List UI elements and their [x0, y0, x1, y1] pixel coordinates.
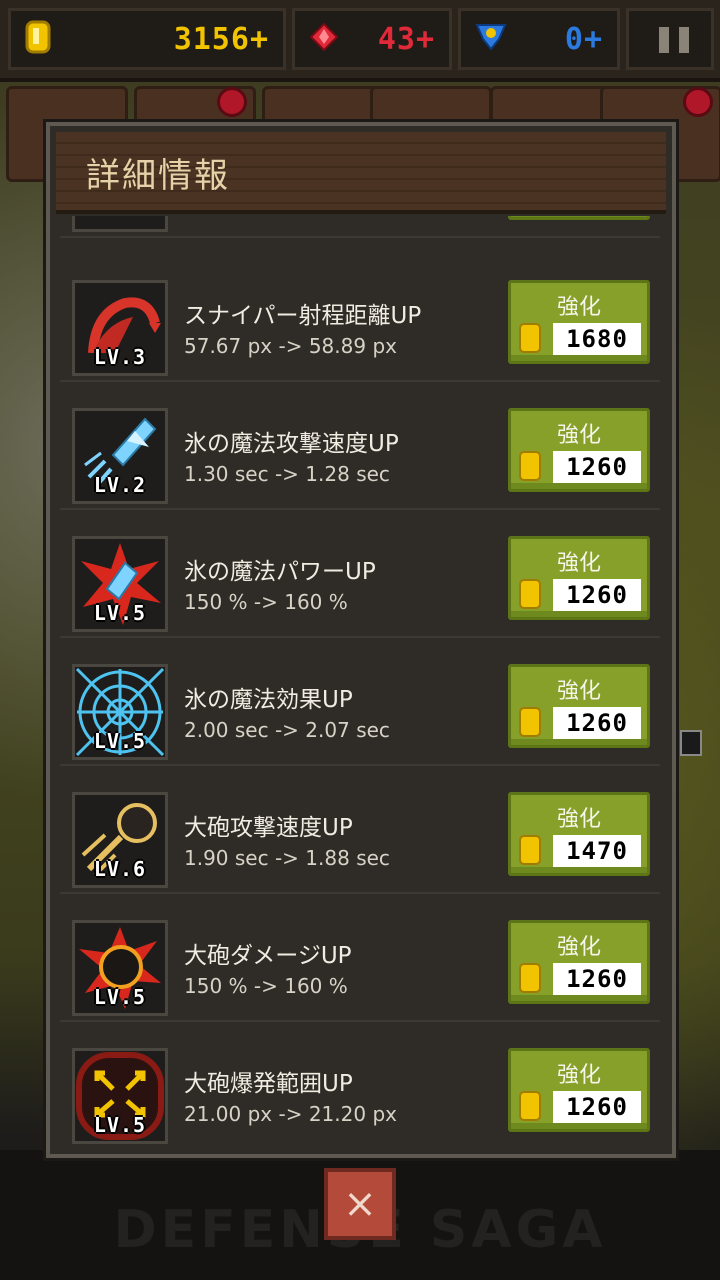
- upgrade-icon: [72, 216, 168, 232]
- gold-coin-icon: [519, 1091, 541, 1121]
- upgrade-level: LV.5: [93, 985, 147, 1009]
- upgrade-row: LV.2 氷の魔法攻撃速度UP 1.30 sec -> 1.28 sec 強化 1260: [60, 388, 660, 510]
- upgrade-cost: 1680: [553, 323, 641, 355]
- medal-icon: [475, 21, 507, 57]
- upgrade-cost: 1260: [553, 707, 641, 739]
- gold-coin-icon: [519, 963, 541, 993]
- upgrade-level: LV.3: [93, 345, 147, 369]
- upgrade-name: 氷の魔法攻撃速度UP: [184, 431, 399, 457]
- upgrade-name: 大砲ダメージUP: [184, 943, 352, 969]
- red-gem-icon: [309, 22, 339, 56]
- gem-plus: +: [415, 21, 435, 57]
- gold-value: 3156: [173, 21, 250, 57]
- detail-dialog: 詳細情報 LV.3 スナイパー射程距離UP 57.67 px -> 58.89 px…: [46, 122, 676, 1158]
- dialog-header: 詳細情報: [56, 132, 666, 214]
- upgrade-row: LV.5 氷の魔法効果UP 2.00 sec -> 2.07 sec 強化 1260: [60, 644, 660, 766]
- medal-plus: +: [583, 21, 603, 57]
- gold-coin-icon: [25, 20, 51, 58]
- upgrade-row: LV.5 大砲爆発範囲UP 21.00 px -> 21.20 px 強化 1260: [60, 1028, 660, 1146]
- upgrade-level: LV.2: [93, 473, 147, 497]
- upgrade-detail: 2.00 sec -> 2.07 sec: [184, 718, 390, 742]
- gold-coin-icon: [519, 835, 541, 865]
- upgrade-detail: 1.30 sec -> 1.28 sec: [184, 462, 390, 486]
- upgrade-button[interactable]: 強化 1260: [508, 536, 650, 620]
- upgrade-row: LV.5 氷の魔法パワーUP 150 % -> 160 % 強化 1260: [60, 516, 660, 638]
- gem-value: 43: [377, 21, 416, 57]
- cannon-blast-range-icon: LV.5: [72, 1048, 168, 1144]
- upgrade-button-label: 強化: [556, 807, 601, 832]
- gold-coin-icon: [519, 707, 541, 737]
- upgrade-name: 大砲攻撃速度UP: [184, 815, 353, 841]
- upgrade-level: LV.5: [93, 1113, 147, 1137]
- pause-button[interactable]: [626, 8, 714, 70]
- gold-coin-icon: [519, 451, 541, 481]
- upgrade-list[interactable]: LV.3 スナイパー射程距離UP 57.67 px -> 58.89 px 強化 168…: [60, 216, 660, 1146]
- upgrade-button[interactable]: 強化 1260: [508, 408, 650, 492]
- notification-dot: [217, 87, 247, 117]
- upgrade-cost: 1260: [553, 1091, 641, 1123]
- upgrade-cost: 1260: [553, 963, 641, 995]
- upgrade-detail: 150 % -> 160 %: [184, 974, 348, 998]
- close-icon: ×: [343, 1181, 377, 1227]
- pause-bar-right: [679, 27, 689, 53]
- upgrade-cost: 1260: [553, 579, 641, 611]
- ice-magic-power-icon: LV.5: [72, 536, 168, 632]
- pause-bar-left: [659, 27, 669, 53]
- notification-dot: [683, 87, 713, 117]
- upgrade-row: LV.6 大砲攻撃速度UP 1.90 sec -> 1.88 sec 強化 1470: [60, 772, 660, 894]
- upgrade-button-label: 強化: [556, 423, 601, 448]
- upgrade-cost: 1260: [553, 451, 641, 483]
- upgrade-level: LV.5: [93, 601, 147, 625]
- upgrade-button-label: 強化: [556, 679, 601, 704]
- upgrade-name: スナイパー射程距離UP: [184, 303, 422, 329]
- upgrade-detail: 57.67 px -> 58.89 px: [184, 334, 397, 358]
- side-menu-icon[interactable]: [680, 730, 702, 756]
- upgrade-row: LV.3 スナイパー射程距離UP 57.67 px -> 58.89 px 強化 168…: [60, 260, 660, 382]
- upgrade-button[interactable]: 強化 1680: [508, 280, 650, 364]
- upgrade-level: LV.5: [93, 729, 147, 753]
- dialog-title: 詳細情報: [86, 156, 230, 196]
- gold-counter[interactable]: 3156+: [8, 8, 286, 70]
- upgrade-cost: 1470: [553, 835, 641, 867]
- cannon-speed-icon: LV.6: [72, 792, 168, 888]
- upgrade-button-label: 強化: [556, 551, 601, 576]
- upgrade-name: 氷の魔法パワーUP: [184, 559, 376, 585]
- upgrade-button-label: 強化: [556, 1063, 601, 1088]
- upgrade-name: 大砲爆発範囲UP: [184, 1071, 353, 1097]
- upgrade-button[interactable]: 強化 1260: [508, 1048, 650, 1132]
- medal-counter[interactable]: 0+: [458, 8, 620, 70]
- upgrade-button[interactable]: 強化 1260: [508, 920, 650, 1004]
- upgrade-button[interactable]: 強化 1470: [508, 792, 650, 876]
- upgrade-detail: 1.90 sec -> 1.88 sec: [184, 846, 390, 870]
- upgrade-level: LV.6: [93, 857, 147, 881]
- ice-magic-speed-icon: LV.2: [72, 408, 168, 504]
- list-item-partial: [60, 216, 660, 238]
- upgrade-detail: 21.00 px -> 21.20 px: [184, 1102, 397, 1126]
- upgrade-detail: 150 % -> 160 %: [184, 590, 348, 614]
- resource-bar: 3156+ 43+ 0+: [0, 0, 720, 82]
- upgrade-row: LV.5 大砲ダメージUP 150 % -> 160 % 強化 1260: [60, 900, 660, 1022]
- close-button[interactable]: ×: [324, 1168, 396, 1240]
- gold-coin-icon: [519, 579, 541, 609]
- upgrade-button-label: 強化: [556, 935, 601, 960]
- ice-magic-effect-icon: LV.5: [72, 664, 168, 760]
- medal-value: 0: [564, 21, 584, 57]
- gold-coin-icon: [519, 323, 541, 353]
- upgrade-button-label: 強化: [556, 295, 601, 320]
- gem-counter[interactable]: 43+: [292, 8, 452, 70]
- cannon-damage-icon: LV.5: [72, 920, 168, 1016]
- upgrade-name: 氷の魔法効果UP: [184, 687, 353, 713]
- upgrade-button[interactable]: 強化 1260: [508, 664, 650, 748]
- gold-plus: +: [249, 21, 269, 57]
- upgrade-button[interactable]: [508, 216, 650, 220]
- sniper-range-icon: LV.3: [72, 280, 168, 376]
